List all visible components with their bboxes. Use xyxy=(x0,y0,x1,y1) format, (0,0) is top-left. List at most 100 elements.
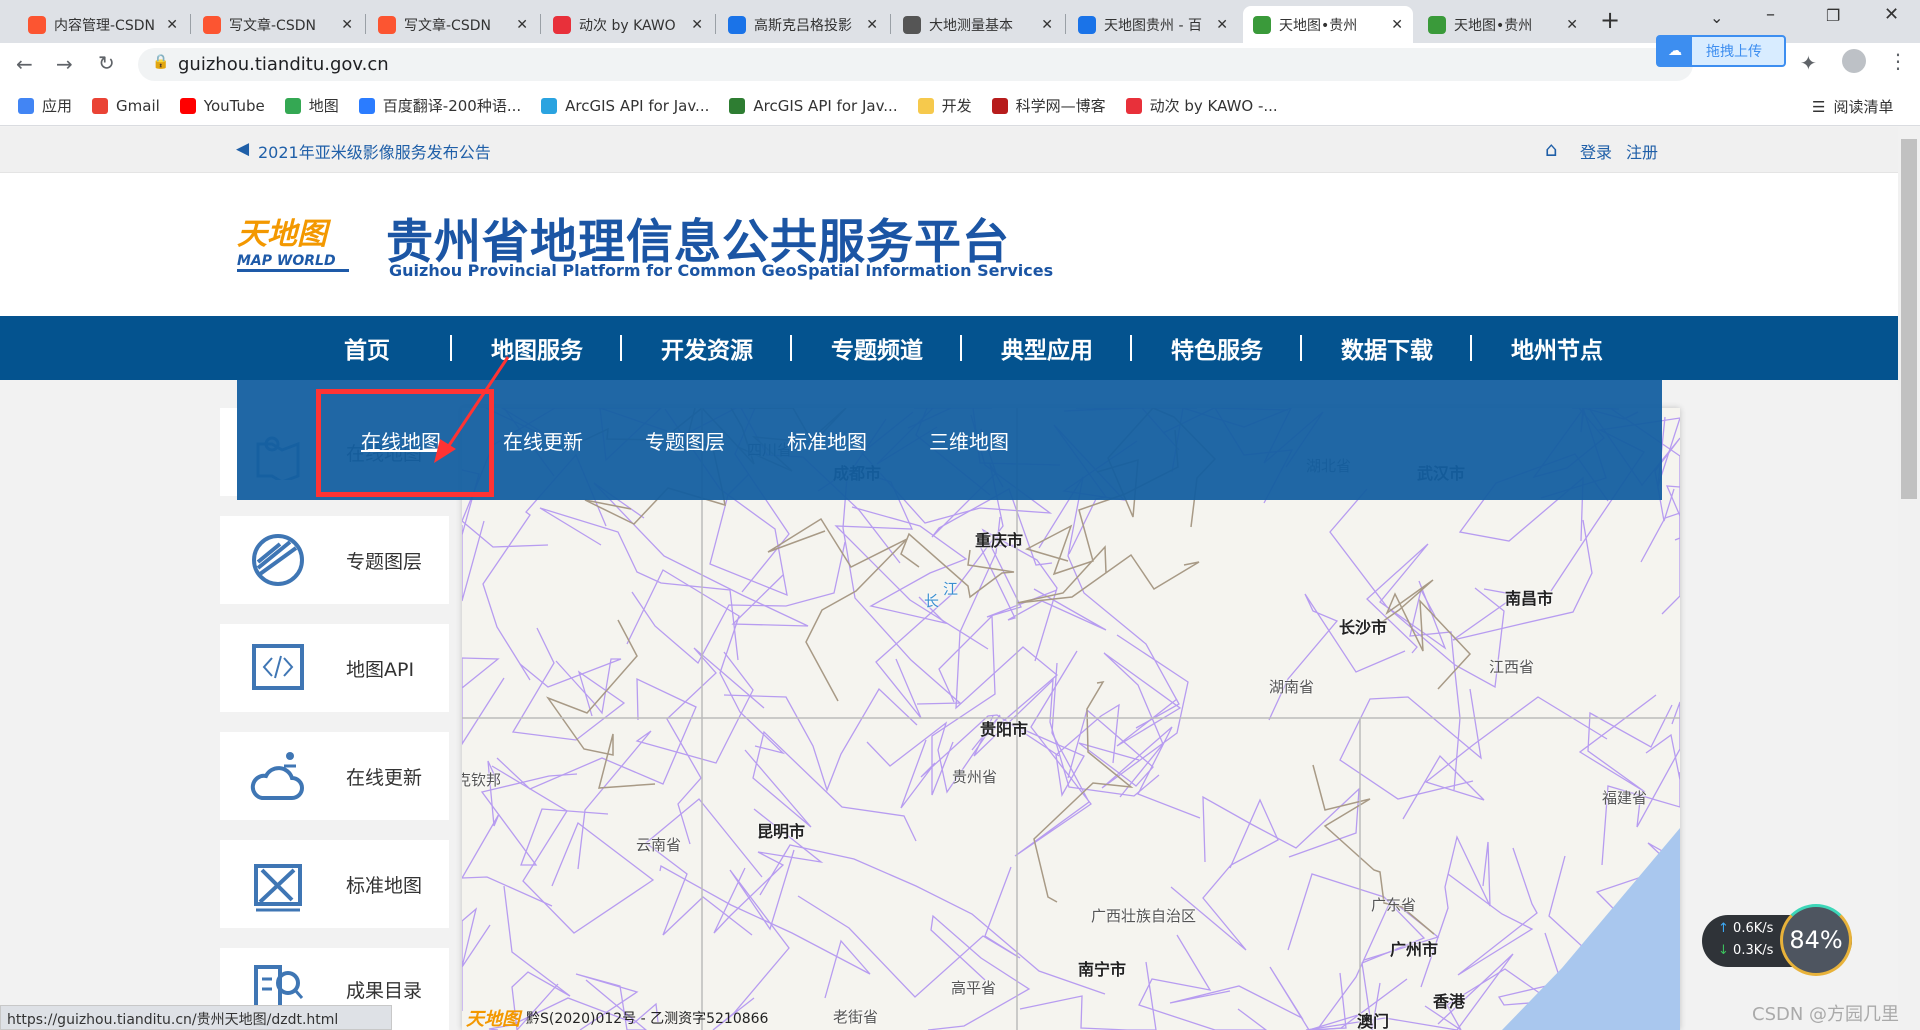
tab[interactable]: 大地测量基本 ✕ xyxy=(893,6,1063,43)
reading-list-icon: ☰ xyxy=(1812,97,1826,116)
tab[interactable]: 写文章-CSDN ✕ xyxy=(368,6,538,43)
bookmark-item[interactable]: 地图 xyxy=(284,95,339,116)
tab[interactable]: 高斯克吕格投影 ✕ xyxy=(718,6,888,43)
tab-search-icon[interactable]: ⌄ xyxy=(1710,8,1723,27)
map-label: 香港 xyxy=(1433,992,1466,1011)
tab[interactable]: 天地图•贵州 ✕ xyxy=(1243,6,1413,43)
sidebar-item-label: 标准地图 xyxy=(346,874,423,897)
bookmark-label: 动次 by KAWO -... xyxy=(1149,97,1278,115)
upload-extension[interactable]: ☁ 拖拽上传 xyxy=(1656,35,1786,67)
red-arrow xyxy=(434,356,510,463)
home-icon[interactable]: ⌂ xyxy=(1545,137,1558,161)
map-view[interactable]: 天地图 黔S(2020)012号 - 乙测资字5210866 重庆市 贵阳市 昆明市… xyxy=(462,408,1680,1030)
window-close-icon[interactable]: ✕ xyxy=(1884,4,1899,25)
map-label: 南昌市 xyxy=(1505,589,1554,608)
sidebar-item[interactable]: 专题图层 xyxy=(220,516,449,604)
submenu-item[interactable]: 专题图层 xyxy=(645,426,725,455)
bookmark-icon xyxy=(284,97,301,114)
nav-item[interactable]: 专题频道 xyxy=(792,331,962,365)
notice-link[interactable]: 2021年亚米级影像服务发布公告 xyxy=(258,139,491,163)
close-icon[interactable]: ✕ xyxy=(1391,17,1403,33)
back-icon[interactable]: ← xyxy=(16,52,33,76)
tab[interactable]: 动次 by KAWO ✕ xyxy=(543,6,713,43)
close-icon[interactable]: ✕ xyxy=(1566,17,1578,33)
nav-item[interactable]: 特色服务 xyxy=(1132,331,1302,365)
nav-item[interactable]: 数据下载 xyxy=(1302,331,1472,365)
tab-title: 写文章-CSDN xyxy=(404,17,491,34)
extension-label: 拖拽上传 xyxy=(1706,44,1762,60)
register-link[interactable]: 注册 xyxy=(1626,139,1658,163)
close-icon[interactable]: ✕ xyxy=(691,17,703,33)
status-bar-url: https://guizhou.tianditu.cn/贵州天地图/dzdt.h… xyxy=(0,1005,392,1030)
sidebar-item[interactable]: 在线更新 xyxy=(220,732,449,820)
bookmark-label: 地图 xyxy=(308,97,339,115)
road-line xyxy=(1339,688,1482,800)
minimize-icon[interactable]: – xyxy=(1766,4,1775,25)
maximize-icon[interactable]: ❐ xyxy=(1826,6,1840,25)
site-subtitle: Guizhou Provincial Platform for Common G… xyxy=(389,261,1054,280)
submenu-item[interactable]: 标准地图 xyxy=(787,426,867,455)
tab[interactable]: 写文章-CSDN ✕ xyxy=(193,6,363,43)
menu-icon[interactable]: ⋮ xyxy=(1888,49,1908,73)
close-icon[interactable]: ✕ xyxy=(1041,17,1053,33)
extensions-icon[interactable]: ✦ xyxy=(1800,51,1817,75)
tab-title: 写文章-CSDN xyxy=(229,17,316,34)
road-line xyxy=(1268,593,1406,721)
bookmark-item[interactable]: 动次 by KAWO -... xyxy=(1125,95,1278,116)
bing-icon xyxy=(728,15,746,34)
road-line xyxy=(519,658,622,715)
bookmark-item[interactable]: 应用 xyxy=(18,95,72,116)
tab[interactable]: 内容管理-CSDN ✕ xyxy=(18,6,188,43)
bookmark-label: 应用 xyxy=(42,97,73,115)
close-icon[interactable]: ✕ xyxy=(516,17,528,33)
site-icon xyxy=(903,15,921,34)
tianditu-logo[interactable]: 天地图 MAP WORLD xyxy=(237,209,349,279)
avatar[interactable] xyxy=(1842,49,1866,73)
scrollbar-thumb[interactable] xyxy=(1901,139,1917,499)
border-line xyxy=(545,619,656,789)
bookmark-item[interactable]: Gmail xyxy=(92,97,160,115)
sidebar-item[interactable]: 地图API xyxy=(220,624,449,712)
login-link[interactable]: 登录 xyxy=(1580,139,1612,163)
bookmark-item[interactable]: ArcGIS API for Jav... xyxy=(729,97,898,115)
bookmark-item[interactable]: 开发 xyxy=(917,95,972,116)
map-label: 长沙市 xyxy=(1339,618,1388,637)
forward-icon[interactable]: → xyxy=(56,52,73,76)
sea-area xyxy=(1502,828,1680,1030)
tianditu-icon xyxy=(1253,15,1271,34)
bookmark-item[interactable]: 科学网—博客 xyxy=(991,95,1106,116)
tab-title: 大地测量基本 xyxy=(929,17,1013,34)
road-line xyxy=(927,914,1031,1030)
bookmark-icon xyxy=(1125,97,1142,114)
url-input[interactable]: 🔒 guizhou.tianditu.gov.cn xyxy=(138,48,1693,81)
road-line xyxy=(1038,476,1180,729)
bookmark-item[interactable]: YouTube xyxy=(179,97,265,115)
nav-item[interactable]: 典型应用 xyxy=(962,331,1132,365)
scrollbar[interactable] xyxy=(1898,127,1920,1030)
close-icon[interactable]: ✕ xyxy=(166,17,178,33)
road-line xyxy=(462,907,491,1011)
bookmark-icon xyxy=(18,97,34,114)
close-icon[interactable]: ✕ xyxy=(341,17,353,33)
sidebar-item[interactable]: 标准地图 xyxy=(220,840,449,928)
reload-icon[interactable]: ↻ xyxy=(98,51,115,75)
nav-item[interactable]: 地州节点 xyxy=(1472,331,1642,365)
bookmark-item[interactable]: 百度翻译-200种语... xyxy=(358,95,521,116)
url-text: guizhou.tianditu.gov.cn xyxy=(178,54,389,75)
kawo-icon xyxy=(553,15,571,34)
bookmark-label: 开发 xyxy=(941,97,972,115)
map-logo: 天地图 xyxy=(466,1009,520,1030)
map-label: 广东省 xyxy=(1371,896,1417,914)
tab[interactable]: 天地图贵州 - 百 ✕ xyxy=(1068,6,1238,43)
submenu-item[interactable]: 三维地图 xyxy=(929,426,1009,455)
tab[interactable]: 天地图•贵州 ✕ xyxy=(1418,6,1588,43)
close-icon[interactable]: ✕ xyxy=(866,17,878,33)
nav-item[interactable]: 开发资源 xyxy=(622,331,792,365)
close-icon[interactable]: ✕ xyxy=(1216,17,1228,33)
road-line xyxy=(1329,488,1505,689)
new-tab-icon[interactable]: + xyxy=(1600,6,1620,34)
map-copyright: 天地图 黔S(2020)012号 - 乙测资字5210866 xyxy=(466,1005,768,1030)
reading-list[interactable]: ☰ 阅读清单 xyxy=(1812,96,1893,117)
memory-gauge[interactable]: 84% xyxy=(1780,904,1852,976)
bookmark-item[interactable]: ArcGIS API for Jav... xyxy=(541,97,709,115)
